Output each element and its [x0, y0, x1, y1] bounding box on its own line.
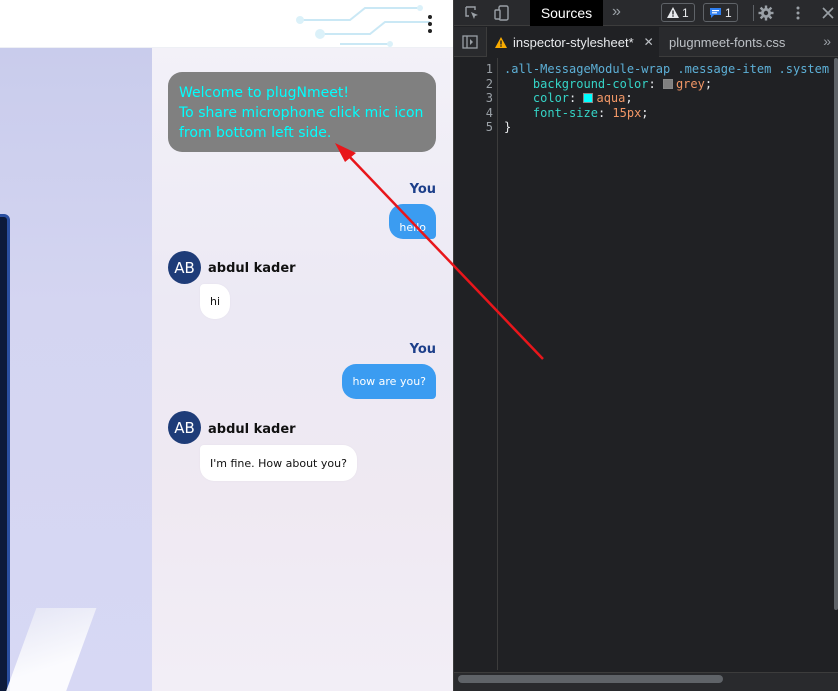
css-value: 15px — [612, 105, 642, 120]
css-selector: .all-MessageModule-wrap .message-item .s… — [504, 62, 830, 76]
app-header — [0, 0, 453, 48]
system-message: Welcome to plugNmeet! To share microphon… — [168, 72, 436, 152]
line-number: 5 — [485, 120, 493, 134]
message-icon — [710, 7, 721, 18]
css-value: grey — [675, 76, 705, 91]
kebab-menu-icon[interactable] — [422, 13, 438, 35]
messages-badge[interactable]: 1 — [703, 3, 738, 22]
sender-name: abdul kader — [208, 422, 296, 437]
tab-inspector-stylesheet[interactable]: inspector-stylesheet* ✕ — [487, 27, 659, 57]
file-tabs: inspector-stylesheet* ✕ plugnmeet-fonts.… — [454, 27, 838, 57]
warnings-count: 1 — [682, 5, 689, 20]
code-content[interactable]: .all-MessageModule-wrap .message-item .s… — [504, 62, 838, 135]
screen: Welcome to plugNmeet! To share microphon… — [0, 0, 838, 691]
color-swatch[interactable] — [583, 93, 594, 103]
warnings-badge[interactable]: 1 — [661, 3, 695, 22]
sender-label-you: You — [409, 182, 436, 197]
outgoing-message: how are you? — [342, 364, 436, 399]
more-tabs-icon[interactable]: » — [612, 3, 621, 21]
css-property: font-size — [532, 105, 598, 120]
vertical-scrollbar[interactable] — [834, 58, 838, 610]
sender-label-you: You — [409, 342, 436, 357]
stage-floor — [0, 608, 97, 691]
tab-sources[interactable]: Sources — [530, 0, 603, 26]
gear-icon[interactable] — [758, 5, 774, 21]
color-swatch[interactable] — [662, 78, 673, 89]
line-number: 1 — [485, 62, 493, 76]
css-property: color — [532, 91, 570, 105]
incoming-message: hi — [200, 284, 231, 319]
more-vert-icon[interactable] — [790, 5, 806, 21]
video-tile[interactable] — [0, 214, 10, 691]
circuit-decoration — [296, 5, 430, 47]
incoming-message: I'm fine. How about you? — [200, 445, 357, 481]
warning-icon — [495, 36, 507, 48]
navigator-toggle-icon[interactable] — [462, 34, 478, 50]
line-number: 4 — [485, 105, 493, 120]
devtools-toolbar: Sources » 1 1 — [454, 0, 838, 26]
warning-icon — [667, 7, 679, 18]
horizontal-scrollbar-thumb[interactable] — [458, 675, 723, 683]
devtools-panel: Sources » 1 1 inspector-stylesheet* ✕ pl… — [453, 0, 838, 691]
avatar: AB — [168, 251, 201, 284]
messages-count: 1 — [725, 5, 732, 20]
chat-panel: Welcome to plugNmeet! To share microphon… — [152, 48, 453, 691]
tab-label: inspector-stylesheet* — [513, 34, 634, 50]
close-tab-icon[interactable]: ✕ — [644, 35, 654, 49]
toolbar-divider — [753, 5, 754, 21]
inspect-element-icon[interactable] — [464, 5, 480, 21]
line-gutter: 1 2 3 4 5 — [454, 58, 498, 670]
outgoing-message: hello — [389, 204, 436, 239]
line-number: 3 — [485, 91, 493, 105]
device-toolbar-icon[interactable] — [494, 5, 510, 21]
css-value: aqua — [596, 91, 626, 105]
avatar: AB — [168, 411, 201, 444]
tab-plugnmeet-fonts[interactable]: plugnmeet-fonts.css — [669, 27, 785, 57]
css-property: background-color — [532, 76, 649, 91]
video-stage — [0, 48, 152, 691]
plugnmeet-app: Welcome to plugNmeet! To share microphon… — [0, 0, 453, 691]
code-editor[interactable]: 1 2 3 4 5 .all-MessageModule-wrap .messa… — [454, 58, 838, 670]
chevron-right-icon[interactable]: » — [823, 33, 831, 49]
close-icon[interactable] — [820, 5, 836, 21]
line-number: 2 — [485, 76, 493, 91]
sender-name: abdul kader — [208, 261, 296, 276]
